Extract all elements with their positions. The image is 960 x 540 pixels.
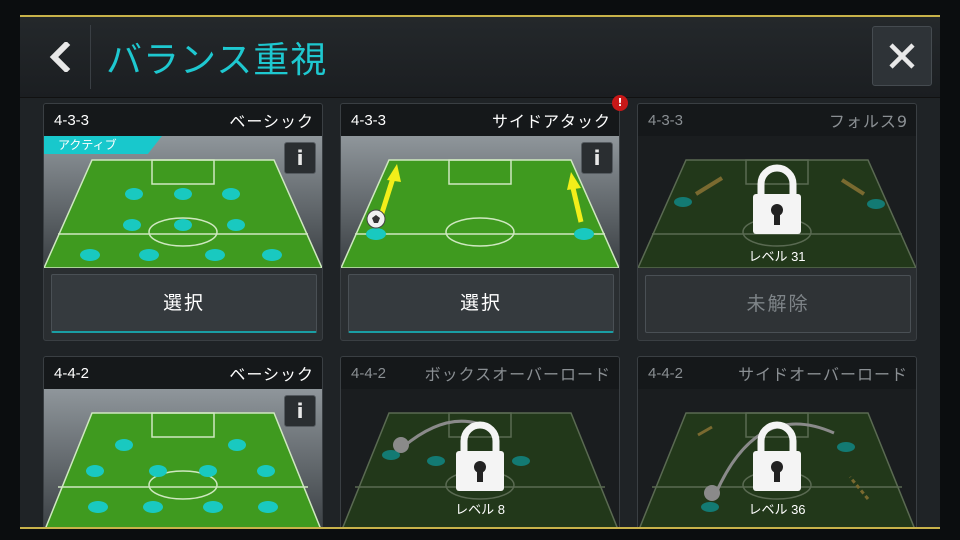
formation-code: 4-4-2 xyxy=(648,364,684,382)
pitch-preview xyxy=(44,389,322,527)
formation-code: 4-4-2 xyxy=(54,364,90,382)
pitch-preview xyxy=(341,136,619,268)
close-button[interactable] xyxy=(872,26,932,86)
header-bar: バランス重視 xyxy=(20,17,940,98)
info-button[interactable]: i xyxy=(284,395,316,427)
formation-card-442-side-overload[interactable]: 4-4-2 サイドオーバーロード レベル 36 xyxy=(637,356,917,527)
unlock-level-label: レベル 8 xyxy=(455,502,505,517)
lock-icon xyxy=(456,421,504,491)
lock-icon xyxy=(753,164,801,234)
back-button[interactable] xyxy=(28,25,91,89)
formation-code: 4-4-2 xyxy=(351,364,387,382)
card-header: 4-4-2 ボックスオーバーロード xyxy=(341,357,619,389)
formation-code: 4-3-3 xyxy=(54,111,90,129)
formation-name: サイドオーバーロード xyxy=(738,365,908,384)
info-button[interactable]: i xyxy=(284,142,316,174)
formation-name: ボックスオーバーロード xyxy=(424,365,611,384)
chevron-left-icon xyxy=(49,42,71,72)
formation-name: ベーシック xyxy=(229,112,314,131)
unlock-level-label: レベル 36 xyxy=(748,502,806,517)
ball-icon xyxy=(366,209,386,229)
alert-badge: ! xyxy=(612,95,628,111)
pitch-preview xyxy=(44,136,322,268)
formation-name: サイドアタック xyxy=(491,112,611,131)
formation-card-433-basic[interactable]: 4-3-3 ベーシック アクティブ i 選択 xyxy=(43,103,323,341)
formation-card-433-false9[interactable]: 4-3-3 フォルス9 レベル 31 未解除 xyxy=(637,103,917,341)
select-button[interactable]: 選択 xyxy=(348,274,614,333)
select-button[interactable]: 選択 xyxy=(51,274,317,333)
card-header: 4-3-3 サイドアタック xyxy=(341,104,619,136)
locked-button: 未解除 xyxy=(645,275,911,333)
formation-card-442-box-overload[interactable]: 4-4-2 ボックスオーバーロード レベル 8 xyxy=(340,356,620,527)
formation-code: 4-3-3 xyxy=(648,111,684,129)
formation-name: フォルス9 xyxy=(828,112,908,131)
close-icon xyxy=(889,43,915,69)
page-title: バランス重視 xyxy=(106,40,328,81)
formation-card-433-side-attack[interactable]: 4-3-3 サイドアタック i 選択 xyxy=(340,103,620,341)
info-button[interactable]: i xyxy=(581,142,613,174)
card-header: 4-3-3 ベーシック xyxy=(44,104,322,136)
formation-card-442-basic[interactable]: 4-4-2 ベーシック i xyxy=(43,356,323,527)
card-header: 4-3-3 フォルス9 xyxy=(638,104,916,136)
card-header: 4-4-2 サイドオーバーロード xyxy=(638,357,916,389)
active-badge: アクティブ xyxy=(44,136,162,154)
formation-code: 4-3-3 xyxy=(351,111,387,129)
unlock-level-label: レベル 31 xyxy=(748,249,806,264)
formation-name: ベーシック xyxy=(229,365,314,384)
formation-select-screen: バランス重視 4-3-3 ベーシック アクティブ i 選択 4-3-3 サイドア… xyxy=(20,15,940,529)
lock-icon xyxy=(753,421,801,491)
card-header: 4-4-2 ベーシック xyxy=(44,357,322,389)
